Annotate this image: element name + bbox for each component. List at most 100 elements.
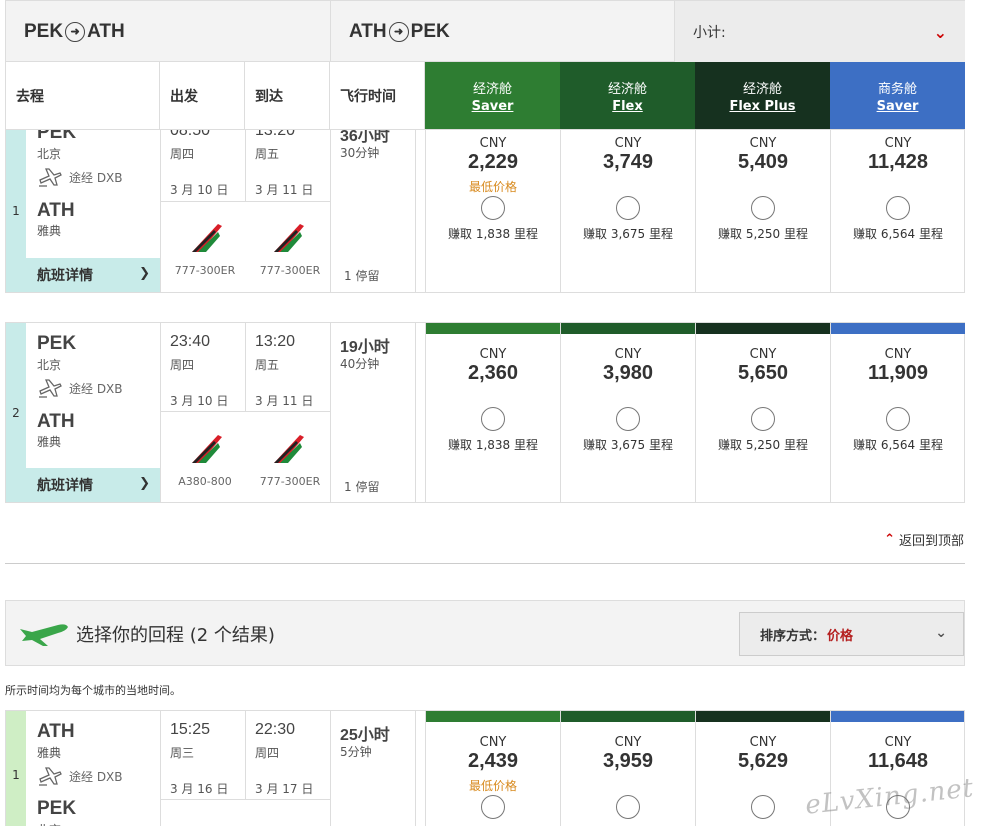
- departure-time: 15:25: [170, 721, 211, 738]
- arrival-date: 3 月 17 日: [255, 782, 314, 796]
- fare-name[interactable]: Saver: [472, 99, 514, 114]
- fare-color-bar: [696, 711, 830, 722]
- destination-code: PEK: [37, 798, 77, 819]
- arrival-day: 周四: [255, 746, 280, 760]
- fare-header-economy-flex-plus[interactable]: 经济舱 Flex Plus: [695, 62, 830, 129]
- results-table-header: 去程 出发 到达 飞行时间 经济舱 Saver 经济舱 Flex 经济舱 Fle…: [5, 62, 965, 130]
- fare-color-bar: [561, 711, 695, 722]
- fare-cell-economy-flex[interactable]: CNY 3,980 赚取 3,675 里程: [560, 323, 695, 502]
- currency: CNY: [479, 136, 507, 151]
- fare-radio[interactable]: [481, 407, 505, 431]
- fare-cell-business-saver[interactable]: CNY 11,909 赚取 6,564 里程: [830, 323, 965, 502]
- currency: CNY: [614, 136, 642, 151]
- fare-radio[interactable]: [481, 196, 505, 220]
- back-to-top-label: 返回到顶部: [898, 534, 964, 549]
- stopover-info: 途经 DXB: [37, 765, 123, 787]
- emirates-tail-logo: [192, 224, 222, 252]
- fare-cabin: 经济舱: [472, 81, 512, 97]
- fare-radio[interactable]: [481, 795, 505, 819]
- header-flight-time: 飞行时间: [330, 62, 425, 129]
- flight-details-toggle[interactable]: 航班详情 ❯: [26, 258, 160, 292]
- divider: [415, 711, 416, 826]
- local-time-note: 所示时间均为每个城市的当地时间。: [5, 684, 181, 697]
- fare-cell-economy-saver[interactable]: CNY 2,229 最低价格 赚取 1,838 里程: [425, 130, 560, 292]
- sort-value: 价格: [827, 628, 854, 644]
- duration-minutes: 5分钟: [340, 745, 372, 759]
- flight-row: 2 PEK 北京 途经 DXB ATH 雅典 航班详情 ❯ 23:40 周四 3…: [5, 322, 965, 503]
- origin-city: 北京: [37, 358, 62, 372]
- fare-price: 3,749: [602, 151, 654, 173]
- chevron-down-icon: ❯: [139, 476, 150, 491]
- fare-header-business-saver[interactable]: 商务舱 Saver: [830, 62, 965, 129]
- fare-cabin: 商务舱: [877, 81, 917, 97]
- flight-index: 2: [6, 323, 26, 502]
- fare-price: 11,909: [867, 362, 929, 384]
- miles-earned: 赚取 1,838 里程: [448, 438, 538, 452]
- divider: [330, 711, 331, 826]
- fare-radio[interactable]: [751, 407, 775, 431]
- outbound-route-summary[interactable]: PEK ➜ ATH: [6, 1, 331, 62]
- fare-price: 5,650: [737, 362, 789, 384]
- fare-color-bar: [561, 323, 695, 334]
- via-text: 途经 DXB: [69, 769, 123, 784]
- connection-plane-icon: [39, 168, 62, 187]
- origin-code: PEK: [37, 333, 77, 354]
- fare-radio[interactable]: [886, 196, 910, 220]
- fare-radio[interactable]: [751, 196, 775, 220]
- fare-radio[interactable]: [751, 795, 775, 819]
- sort-label: 排序方式：: [760, 628, 826, 644]
- flight-details-toggle[interactable]: 航班详情 ❯: [26, 468, 160, 502]
- stopover-info: 途经 DXB: [37, 377, 123, 399]
- section-divider: [5, 563, 965, 564]
- fare-color-bar: [426, 323, 560, 334]
- arrival-day: 周五: [255, 147, 280, 161]
- fare-price: 3,959: [602, 750, 654, 772]
- fare-cabin: 经济舱: [607, 81, 647, 97]
- departure-day: 周四: [170, 358, 195, 372]
- fare-price: 2,360: [467, 362, 519, 384]
- fare-cell-business-saver[interactable]: CNY 11,428 赚取 6,564 里程: [830, 130, 964, 292]
- back-to-top-link[interactable]: ⌃ 返回到顶部: [884, 530, 964, 549]
- divider: [160, 799, 330, 800]
- return-route-summary[interactable]: ATH ➜ PEK: [331, 1, 675, 62]
- fare-radio[interactable]: [616, 196, 640, 220]
- fare-header-economy-saver[interactable]: 经济舱 Saver: [425, 62, 560, 129]
- emirates-tail-logo: [192, 435, 222, 463]
- fare-cell-economy-flex-plus[interactable]: CNY 5,409 赚取 5,250 里程: [695, 130, 830, 292]
- divider: [160, 130, 161, 292]
- fare-cell-economy-flex-plus[interactable]: CNY 5,650 赚取 5,250 里程: [695, 323, 830, 502]
- fare-radio[interactable]: [616, 795, 640, 819]
- fare-name[interactable]: Saver: [877, 99, 919, 114]
- arrow-right-icon: ➜: [65, 21, 86, 42]
- fare-header-economy-flex[interactable]: 经济舱 Flex: [560, 62, 695, 129]
- connection-plane-icon: [39, 767, 62, 786]
- arrival-date: 3 月 11 日: [255, 394, 314, 408]
- sort-dropdown[interactable]: 排序方式： 价格 ⌄: [739, 612, 964, 656]
- fare-cell-economy-flex[interactable]: CNY 3,959: [560, 711, 695, 826]
- fare-radio[interactable]: [886, 407, 910, 431]
- origin-code: ATH: [349, 20, 387, 42]
- subtotal-dropdown[interactable]: 小计: ⌄: [675, 1, 965, 62]
- fare-cell-economy-saver[interactable]: CNY 2,360 赚取 1,838 里程: [425, 323, 560, 502]
- miles-earned: 赚取 3,675 里程: [583, 438, 673, 452]
- miles-earned: 赚取 6,564 里程: [853, 227, 943, 241]
- fare-name[interactable]: Flex Plus: [729, 99, 795, 114]
- divider: [160, 323, 161, 502]
- fare-price: 2,439: [467, 750, 519, 772]
- fare-price: 2,229: [467, 151, 519, 173]
- fare-radio[interactable]: [616, 407, 640, 431]
- fare-color-bar: [831, 711, 964, 722]
- emirates-tail-logo: [274, 224, 304, 252]
- currency: CNY: [749, 347, 777, 362]
- divider: [245, 130, 246, 201]
- arrival-time: 13:20: [255, 130, 296, 139]
- miles-earned: 赚取 3,675 里程: [583, 227, 673, 241]
- fare-cell-economy-flex[interactable]: CNY 3,749 赚取 3,675 里程: [560, 130, 695, 292]
- fare-name[interactable]: Flex: [612, 99, 643, 114]
- fare-price: 5,409: [737, 151, 789, 173]
- fare-color-bar: [831, 323, 965, 334]
- fare-cell-economy-saver[interactable]: CNY 2,439 最低价格: [425, 711, 560, 826]
- via-text: 途经 DXB: [69, 170, 123, 185]
- chevron-down-icon: ❯: [139, 266, 150, 281]
- chevron-up-icon: ⌃: [884, 532, 895, 547]
